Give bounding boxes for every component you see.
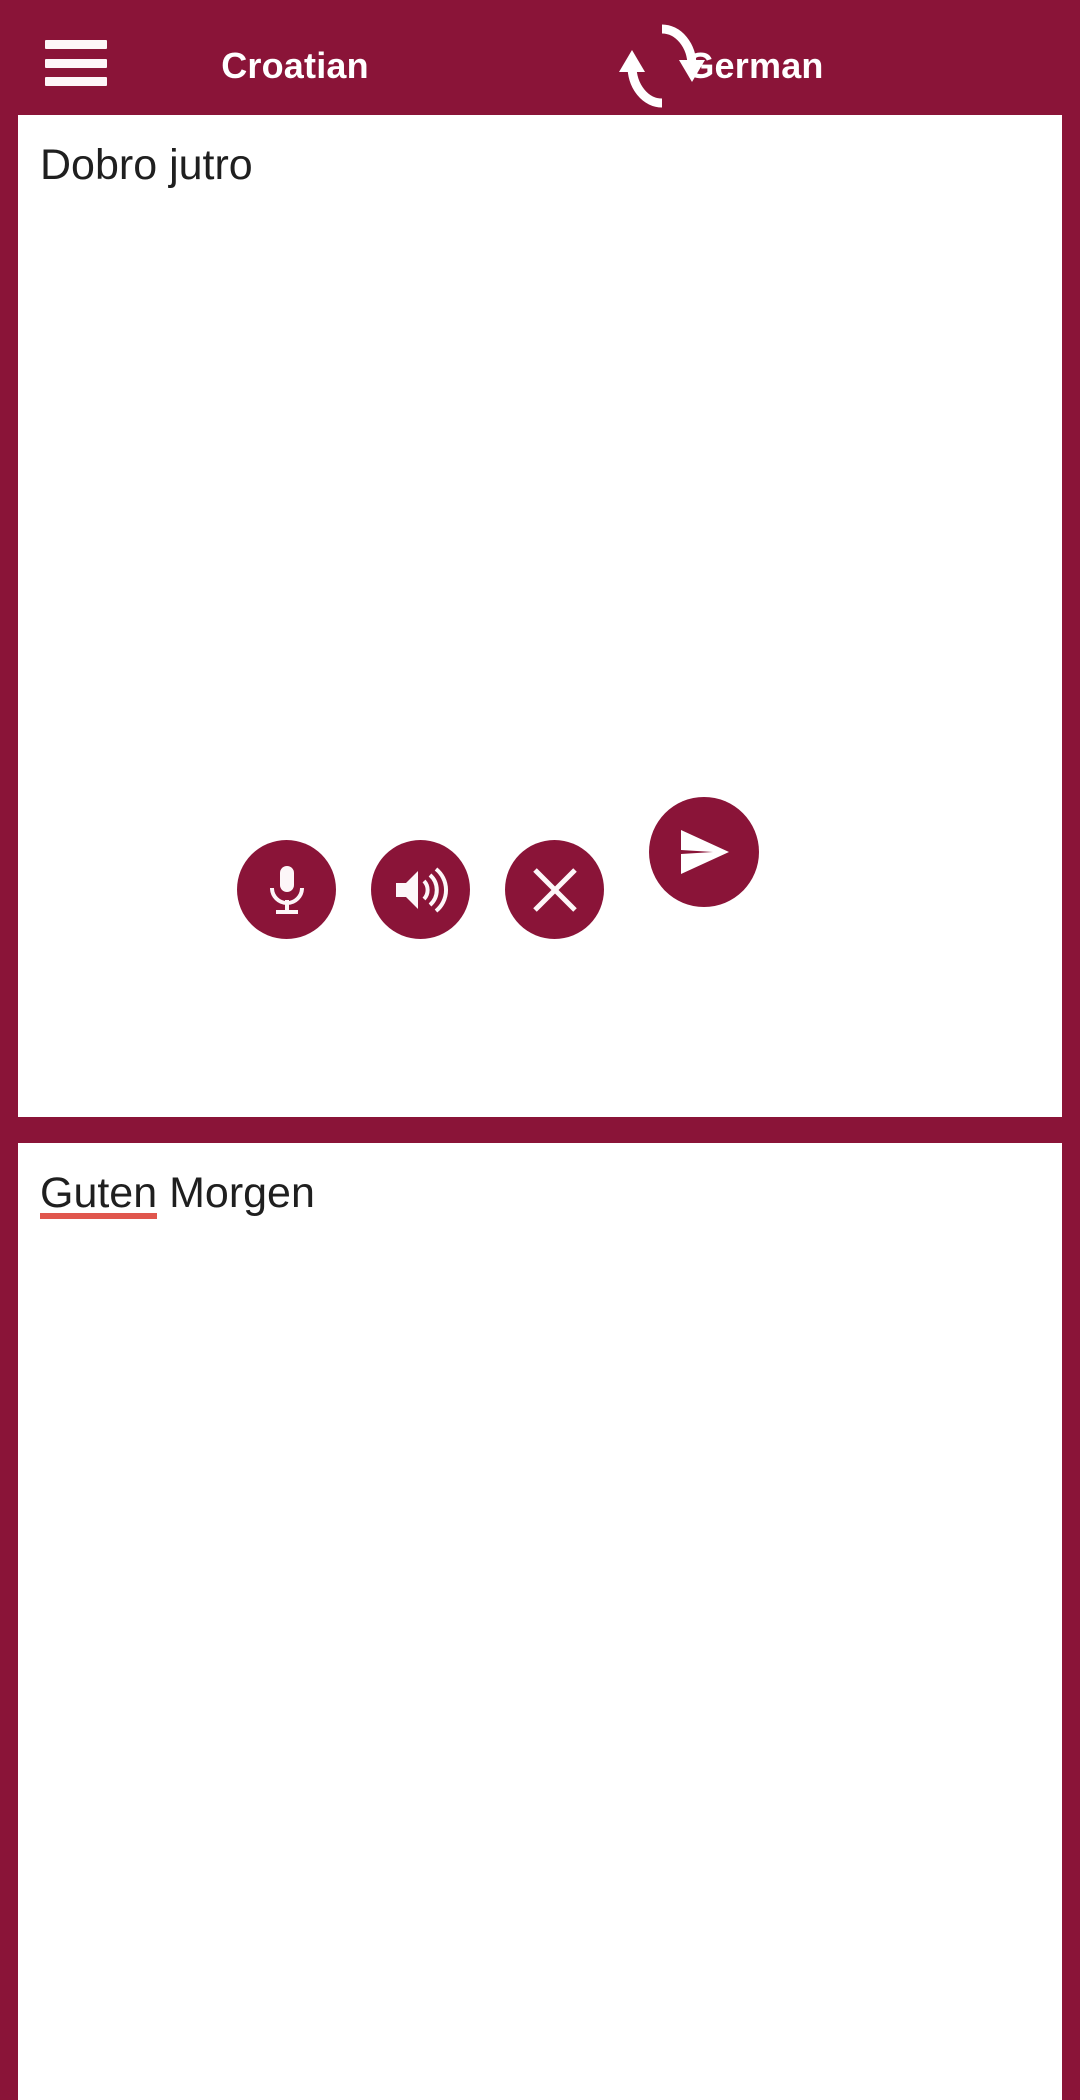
target-language-selector[interactable]: German (545, 0, 965, 131)
send-icon (673, 824, 735, 880)
translated-text-rest: Morgen (157, 1169, 315, 1217)
listen-source-button[interactable] (371, 840, 470, 939)
clear-text-button[interactable] (505, 840, 604, 939)
speaker-icon (392, 865, 450, 915)
source-language-selector[interactable]: Croatian (150, 0, 440, 131)
misspelled-word: Guten (40, 1169, 158, 1219)
target-text-panel: Guten Morgen (18, 1143, 1062, 2100)
translated-text[interactable]: Guten Morgen (40, 1167, 1038, 1221)
mic-button[interactable] (237, 840, 336, 939)
translator-app-screen: Croatian German Dobro jutro Guten Morgen (0, 0, 1080, 2100)
source-text-input[interactable]: Dobro jutro (40, 139, 1038, 193)
hamburger-bar-1 (45, 40, 107, 49)
close-icon (529, 864, 581, 916)
microphone-icon (262, 862, 312, 918)
source-text-panel: Dobro jutro (18, 115, 1062, 1117)
hamburger-menu-icon[interactable] (45, 40, 107, 86)
translate-send-button[interactable] (649, 797, 759, 907)
app-header-bar: Croatian German (0, 0, 1080, 131)
hamburger-bar-2 (45, 58, 107, 68)
hamburger-bar-3 (45, 77, 107, 86)
